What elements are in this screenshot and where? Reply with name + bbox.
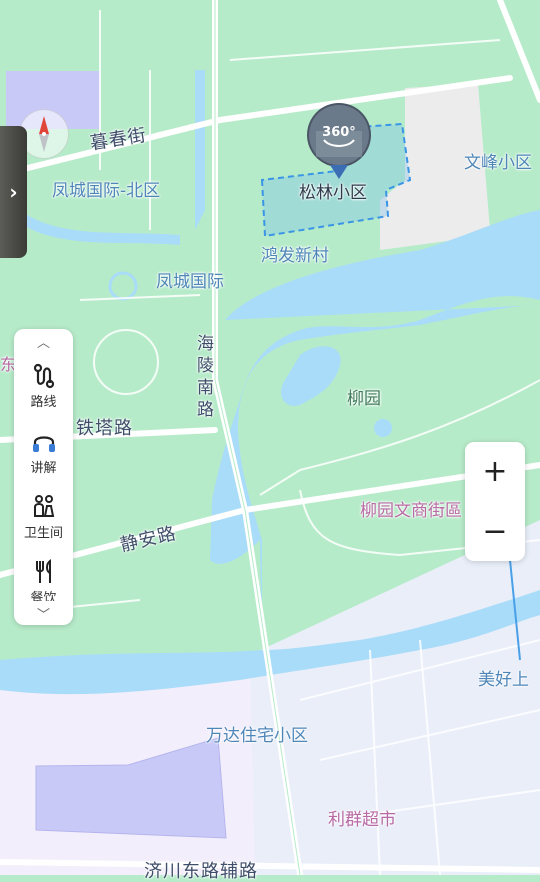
tool-restroom-label: 卫生间	[23, 526, 63, 541]
compass-icon	[39, 116, 49, 152]
dining-icon	[35, 559, 51, 583]
map-label-tieta-road: 铁塔路	[76, 418, 133, 439]
map-label-liqun[interactable]: 利群超市	[328, 810, 396, 830]
tool-dining-label: 餐饮	[30, 591, 57, 601]
side-panel-toggle[interactable]: ›	[0, 126, 27, 258]
map-label-wenfeng[interactable]: 文峰小区	[464, 153, 532, 173]
panorama-pin-icon: 360°	[307, 103, 371, 179]
panorama-marker[interactable]: 360°	[306, 103, 372, 183]
tool-restroom[interactable]: 卫生间	[14, 494, 73, 554]
tool-route-label: 路线	[30, 395, 57, 410]
map-label-songlin[interactable]: 松林小区	[299, 183, 367, 203]
map-label-fengcheng[interactable]: 凤城国际	[156, 272, 224, 292]
zoom-in-button[interactable]: +	[465, 442, 525, 501]
tool-guide-label: 讲解	[30, 461, 57, 476]
map-label-jichuan-road: 济川东路辅路	[144, 861, 258, 882]
zoom-controls: + −	[465, 442, 525, 561]
map-label-hailing-road: 海陵南路	[197, 334, 215, 420]
zoom-out-button[interactable]: −	[465, 502, 525, 561]
panorama-badge: 360°	[322, 125, 356, 140]
headphones-icon	[32, 436, 55, 452]
map-label-hongfa[interactable]: 鸿发新村	[261, 246, 329, 266]
map-label-liuyuan[interactable]: 柳园	[347, 389, 381, 409]
tool-panel: ︿ 路线 讲解 卫生间 餐饮 ﹀	[14, 329, 73, 625]
tool-route[interactable]: 路线	[14, 363, 73, 423]
map-label-fengcheng-north[interactable]: 凤城国际-北区	[52, 181, 160, 201]
chevron-down-icon[interactable]: ﹀	[14, 604, 73, 623]
map-label-wanda[interactable]: 万达住宅小区	[206, 726, 308, 746]
chevron-right-icon: ›	[9, 180, 18, 204]
map-label-meihao[interactable]: 美好上	[478, 670, 529, 690]
route-icon	[33, 363, 54, 389]
map-label-liuyuan-street[interactable]: 柳园文商街區	[360, 501, 462, 521]
tool-guide[interactable]: 讲解	[14, 429, 73, 489]
restroom-icon	[33, 495, 54, 517]
chevron-up-icon[interactable]: ︿	[14, 332, 73, 351]
